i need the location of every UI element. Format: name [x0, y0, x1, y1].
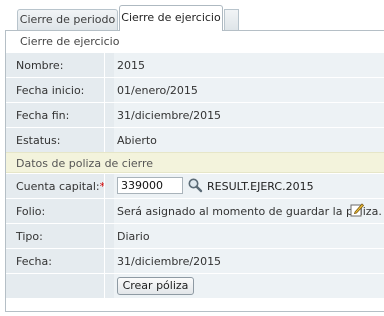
folio-label: Folio:: [6, 199, 114, 223]
row-estatus: Estatus: Abierto: [6, 127, 384, 152]
row-folio: Folio: Será asignado al momento de guard…: [6, 198, 384, 223]
tab-cierre-ejercicio[interactable]: Cierre de ejercicio: [119, 5, 223, 31]
fecha-value: 31/diciembre/2015: [104, 249, 384, 273]
edit-icon[interactable]: [350, 202, 364, 217]
cierre-ejercicio-panel: Cierre de ejercicio Nombre: 2015 Fecha i…: [5, 30, 384, 312]
tipo-label: Tipo:: [6, 224, 114, 248]
fecha-fin-label: Fecha fin:: [6, 103, 114, 127]
crear-poliza-button[interactable]: Crear póliza: [117, 277, 194, 295]
row-actions: Crear póliza: [6, 273, 384, 298]
search-icon[interactable]: [187, 177, 203, 193]
fecha-label: Fecha:: [6, 249, 114, 273]
fecha-inicio-value: 01/enero/2015: [104, 78, 384, 102]
nombre-label: Nombre:: [6, 53, 114, 77]
folio-value: Será asignado al momento de guardar la p…: [117, 205, 382, 218]
fecha-fin-value: 31/diciembre/2015: [104, 103, 384, 127]
row-fecha-fin: Fecha fin: 31/diciembre/2015: [6, 102, 384, 127]
row-tipo: Tipo: Diario: [6, 223, 384, 248]
cuenta-capital-input[interactable]: [117, 177, 183, 194]
estatus-label: Estatus:: [6, 128, 114, 152]
row-fecha: Fecha: 31/diciembre/2015: [6, 248, 384, 273]
row-nombre: Nombre: 2015: [6, 52, 384, 77]
actions-cell: Crear póliza: [104, 274, 384, 298]
cuenta-capital-label: Cuenta capital:*: [6, 174, 114, 198]
tipo-value: Diario: [104, 224, 384, 248]
tab-bar: Cierre de periodo Cierre de ejercicio: [0, 0, 384, 31]
panel-title: Cierre de ejercicio: [6, 31, 384, 52]
section-header-poliza: Datos de poliza de cierre: [6, 152, 384, 173]
actions-label-cell: [6, 274, 114, 298]
cuenta-capital-label-text: Cuenta capital:: [16, 180, 100, 193]
row-fecha-inicio: Fecha inicio: 01/enero/2015: [6, 77, 384, 102]
fecha-inicio-label: Fecha inicio:: [6, 78, 114, 102]
nombre-value: 2015: [104, 53, 384, 77]
row-cuenta-capital: Cuenta capital:* RESULT.EJERC.2015: [6, 173, 384, 198]
tab-spacer: [224, 9, 239, 30]
cuenta-capital-cell: RESULT.EJERC.2015: [104, 174, 384, 198]
estatus-value: Abierto: [104, 128, 384, 152]
cuenta-capital-name: RESULT.EJERC.2015: [207, 180, 314, 193]
panel-bottom-border: [5, 311, 384, 312]
folio-cell: Será asignado al momento de guardar la p…: [104, 199, 384, 223]
tab-cierre-periodo[interactable]: Cierre de periodo: [17, 9, 118, 30]
